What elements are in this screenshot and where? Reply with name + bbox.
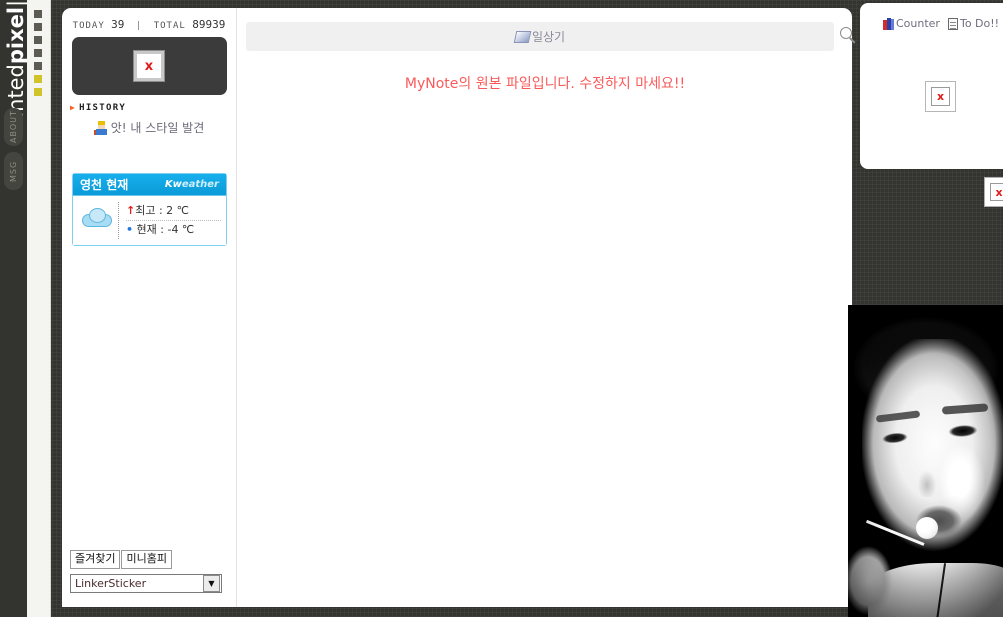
left-rail: tintedpixel| ABOUT MSG <box>0 0 27 617</box>
weather-header: 영천 현재 Kweather <box>73 174 226 196</box>
weather-city: 영천 현재 <box>80 178 129 192</box>
counter-icon <box>882 17 894 30</box>
bullet-icon: • <box>126 223 134 236</box>
today-label: TODAY <box>72 21 105 31</box>
weather-brand-kw: Kw <box>164 179 182 190</box>
strip-square <box>34 10 42 18</box>
main-panel: TODAY 39 | TOTAL 89939 x ▶ HISTORY 앗! 내 스… <box>62 8 856 607</box>
weather-now-value: 현재 : -4 ℃ <box>136 223 195 236</box>
rail-button-about[interactable]: ABOUT <box>4 108 23 146</box>
weather-brand-eather: eather <box>181 179 219 190</box>
weather-brand: Kweather <box>165 179 219 190</box>
weather-high-row: ↑최고 : 2 ℃ <box>126 202 221 221</box>
weather-widget[interactable]: 영천 현재 Kweather ↑최고 : 2 ℃ • 현재 : -4 ℃ <box>72 173 227 246</box>
linker-sticker-select[interactable]: LinkerSticker ▼ <box>70 574 222 593</box>
sidebar: TODAY 39 | TOTAL 89939 x ▶ HISTORY 앗! 내 스… <box>62 8 237 607</box>
style-discover-label: 앗! 내 스타일 발견 <box>110 121 205 135</box>
bookmark-button[interactable]: 즐겨찾기 <box>70 550 121 569</box>
sidebar-button-row: 즐겨찾기 미니홈피 <box>70 550 230 569</box>
weather-body: ↑최고 : 2 ℃ • 현재 : -4 ℃ <box>73 196 226 245</box>
todo-link[interactable]: To Do!! <box>947 17 1000 30</box>
right-panel-broken-image[interactable]: x <box>925 81 956 112</box>
counter-link-label: Counter <box>896 17 940 30</box>
content-title: 일상기 <box>513 28 566 45</box>
rail-button-msg[interactable]: MSG <box>4 152 23 190</box>
todo-link-label: To Do!! <box>959 17 1000 30</box>
linker-sticker-value: LinkerSticker <box>75 577 147 590</box>
chevron-down-icon[interactable]: ▼ <box>203 575 220 592</box>
style-discover-link[interactable]: 앗! 내 스타일 발견 <box>62 119 236 136</box>
weather-readings: ↑최고 : 2 ℃ • 현재 : -4 ℃ <box>118 202 221 239</box>
content-title-label: 일상기 <box>531 30 566 44</box>
notice-message: MyNote의 원본 파일입니다. 수정하지 마세요!! <box>404 76 686 92</box>
content-header-bar: 일상기 <box>246 22 856 51</box>
weather-now-row: • 현재 : -4 ℃ <box>126 221 221 239</box>
notebook-pencil-icon <box>513 31 532 43</box>
triangle-right-icon: ▶ <box>70 103 77 112</box>
portrait-photo <box>848 305 1003 617</box>
total-label: TOTAL <box>153 21 186 31</box>
visit-counter: TODAY 39 | TOTAL 89939 <box>62 8 236 31</box>
search-icon[interactable] <box>840 27 858 45</box>
profile-image-box[interactable]: x <box>71 37 227 95</box>
content-area: 일상기 MyNote의 원본 파일입니다. 수정하지 마세요!! <box>238 8 856 607</box>
today-value: 39 <box>111 18 125 31</box>
sidebar-bottom-controls: 즐겨찾기 미니홈피 LinkerSticker ▼ <box>70 550 230 593</box>
strip-square <box>34 62 42 70</box>
history-link[interactable]: ▶ HISTORY <box>70 103 236 113</box>
brand-bar: | <box>4 0 27 8</box>
strip-square <box>34 75 42 83</box>
broken-image-x: x <box>995 185 1003 199</box>
decoration-strip <box>27 0 51 617</box>
weather-high-value: 최고 : 2 ℃ <box>135 204 190 217</box>
strip-square <box>34 36 42 44</box>
history-label: HISTORY <box>79 103 127 113</box>
character-icon <box>93 121 110 135</box>
counter-link[interactable]: Counter <box>882 17 940 30</box>
strip-square <box>34 23 42 31</box>
cloud-icon <box>78 206 118 236</box>
minihompy-button[interactable]: 미니홈피 <box>121 550 172 569</box>
arrow-up-icon: ↑ <box>126 204 136 217</box>
brand-bold: pixel <box>4 7 27 65</box>
right-panel-links: Counter To Do!! <box>860 3 1003 30</box>
strip-square <box>34 88 42 96</box>
strip-square <box>34 49 42 57</box>
right-panel: Counter To Do!! x <box>860 3 1003 169</box>
broken-image-icon: x <box>133 50 165 82</box>
edge-broken-image[interactable]: x <box>984 177 1003 207</box>
document-icon <box>947 17 958 30</box>
total-value: 89939 <box>192 18 226 31</box>
counter-separator: | <box>135 21 143 31</box>
broken-image-x: x <box>936 90 945 103</box>
broken-image-x: x <box>144 58 154 74</box>
